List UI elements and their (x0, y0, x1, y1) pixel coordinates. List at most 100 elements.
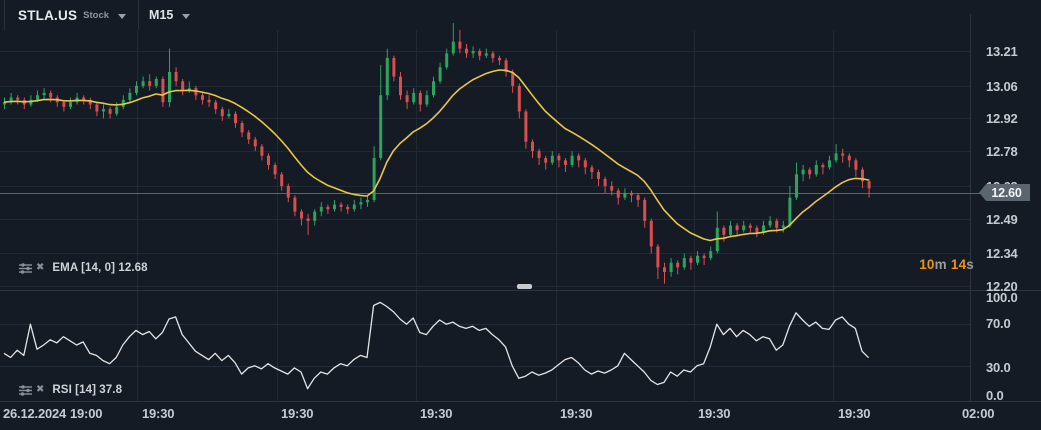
candle-body (538, 151, 541, 158)
time-axis-label: 19:30 (142, 406, 174, 421)
time-axis-label: 02:00 (962, 406, 994, 421)
candle-body (247, 132, 250, 139)
candle-body (280, 174, 283, 186)
candle-body (828, 160, 831, 167)
candle-body (359, 202, 362, 204)
candle-body (148, 81, 151, 86)
candle-body (300, 212, 303, 219)
toolbar-left-separator (4, 0, 5, 30)
candle-body (16, 98, 19, 100)
chevron-down-icon (118, 14, 126, 19)
candle-body (815, 165, 818, 174)
price-axis-label: 12.92 (986, 111, 1018, 126)
current-price-tag: 12.60 (979, 184, 1030, 201)
candle-body (689, 258, 692, 263)
rsi-axis-label: 30.0 (986, 360, 1011, 375)
candle-body (221, 109, 224, 116)
indicator-settings-icon[interactable] (19, 385, 32, 396)
countdown-minutes-unit: m (935, 257, 947, 272)
candle-body (320, 207, 323, 212)
price-chart[interactable] (0, 0, 1041, 430)
candle-body (696, 256, 699, 263)
candle-body (610, 186, 613, 191)
candle-body (472, 51, 475, 53)
candle-body (36, 95, 39, 100)
candle-body (142, 81, 145, 86)
candle-body (379, 95, 382, 158)
candle-body (161, 79, 164, 102)
candle-body (485, 53, 488, 55)
candle-body (49, 93, 52, 98)
chevron-down-icon (182, 14, 190, 19)
close-icon[interactable]: ✖ (36, 263, 44, 273)
candle-body (227, 114, 230, 116)
candle-body (333, 205, 336, 210)
candle-body (201, 95, 204, 100)
candle-body (340, 205, 343, 207)
candle-body (274, 165, 277, 174)
candle-body (254, 139, 257, 146)
candle-body (267, 156, 270, 165)
candle-body (722, 228, 725, 235)
price-axis-label: 12.34 (986, 246, 1018, 261)
candle-body (617, 191, 620, 198)
candle-body (102, 109, 105, 111)
candle-body (742, 226, 745, 231)
current-price-value: 12.60 (991, 186, 1021, 200)
candle-body (590, 167, 593, 172)
rsi-indicator-label: RSI [14] 37.8 (52, 384, 122, 396)
candle-body (670, 263, 673, 272)
candle-body (208, 100, 211, 102)
time-axis-label: 19:30 (698, 406, 730, 421)
time-axis-label: 19:00 (70, 406, 102, 421)
candle-body (795, 174, 798, 197)
candle-body (406, 95, 409, 102)
candle-body (703, 256, 706, 258)
candle-body (630, 193, 633, 195)
candle-body (835, 153, 838, 160)
rsi-axis-label: 100.0 (986, 290, 1018, 305)
price-axis-label: 12.49 (986, 212, 1018, 227)
rsi-indicator-legend: ✖ RSI [14] 37.8 (19, 384, 122, 396)
symbol-selector[interactable]: STLA.US Stock (0, 0, 126, 30)
candle-body (729, 226, 732, 235)
candle-body (782, 226, 785, 228)
candle-body (419, 93, 422, 105)
time-axis[interactable]: 26.12.202419:0019:3019:3019:3019:3019:30… (0, 402, 1041, 430)
candle-body (175, 72, 178, 81)
candle-body (841, 153, 844, 155)
candle-body (623, 193, 626, 198)
candle-body (135, 86, 138, 93)
time-axis-label: 19:30 (281, 406, 313, 421)
indicator-settings-icon[interactable] (19, 263, 32, 274)
candle-body (821, 165, 824, 167)
candle-body (498, 58, 501, 60)
candle-body (597, 172, 600, 179)
candle-body (62, 102, 65, 107)
candle-body (82, 98, 85, 100)
candle-body (432, 81, 435, 95)
countdown-seconds: 14 (951, 257, 966, 272)
candle-body (755, 228, 758, 233)
candle-body (557, 156, 560, 161)
ema-line (4, 70, 869, 241)
candle-body (788, 198, 791, 226)
close-icon[interactable]: ✖ (36, 385, 44, 395)
timeframe-selector[interactable]: M15 (139, 0, 190, 30)
candle-body (544, 158, 547, 163)
candle-body (802, 170, 805, 175)
candle-body (564, 160, 567, 165)
candle-body (95, 105, 98, 112)
candle-body (234, 114, 237, 123)
candle-body (353, 205, 356, 210)
candle-body (241, 123, 244, 132)
time-axis-label: 19:30 (838, 406, 870, 421)
candle-body (491, 53, 494, 58)
candle-body (307, 219, 310, 221)
candle-body (425, 95, 428, 104)
candle-body (115, 107, 118, 114)
pane-resize-handle[interactable] (517, 284, 532, 289)
ema-indicator-legend: ✖ EMA [14, 0] 12.68 (19, 262, 148, 274)
price-axis-label: 13.21 (986, 44, 1018, 59)
candle-body (736, 226, 739, 231)
